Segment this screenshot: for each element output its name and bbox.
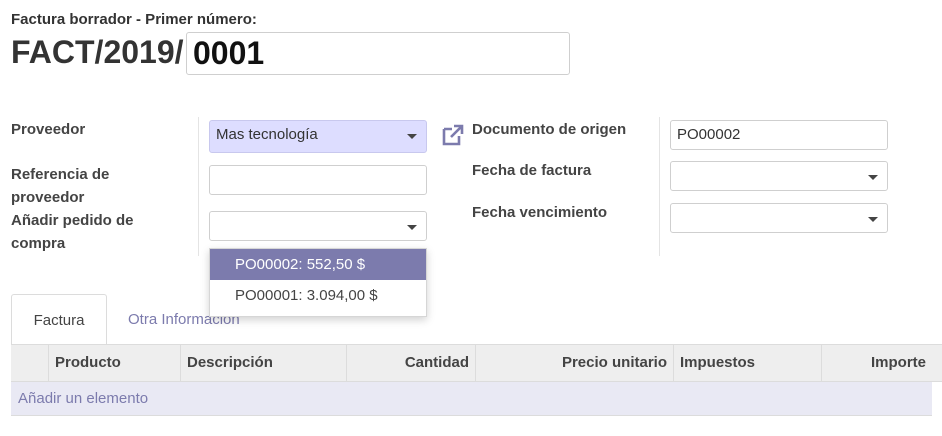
column-impuestos[interactable]: Impuestos (673, 345, 821, 381)
fecha-vencimiento-input[interactable] (670, 203, 888, 233)
draft-subtitle: Factura borrador - Primer número: (11, 11, 257, 28)
proveedor-label: Proveedor (11, 121, 86, 138)
invoice-prefix: FACT/2019/ (11, 34, 184, 70)
documento-origen-input[interactable]: PO00002 (670, 120, 888, 150)
column-precio-unitario[interactable]: Precio unitario (475, 345, 673, 381)
pedido-select[interactable] (209, 211, 427, 241)
caret-down-icon (868, 175, 878, 180)
caret-down-icon (868, 217, 878, 222)
fecha-factura-label: Fecha de factura (472, 162, 592, 179)
right-separator (659, 117, 660, 256)
external-link-icon[interactable] (440, 122, 466, 148)
referencia-input[interactable] (209, 165, 427, 195)
documento-value: PO00002 (677, 126, 741, 143)
invoice-number-input[interactable]: 0001 (186, 32, 570, 75)
pedido-label: Añadir pedido de compra (11, 212, 134, 252)
caret-down-icon (407, 225, 417, 230)
fecha-factura-input[interactable] (670, 161, 888, 191)
tab-factura[interactable]: Factura (11, 294, 107, 344)
proveedor-value: Mas tecnología (216, 126, 318, 143)
left-separator (198, 117, 199, 256)
documento-label: Documento de origen (472, 121, 627, 138)
column-descripcion[interactable]: Descripción (180, 345, 346, 381)
column-producto[interactable]: Producto (48, 345, 180, 381)
proveedor-select[interactable]: Mas tecnología (209, 120, 427, 153)
dropdown-option[interactable]: PO00002: 552,50 $ (210, 249, 426, 280)
column-handle (11, 345, 48, 381)
caret-down-icon (407, 134, 417, 139)
referencia-label: Referencia de proveedor (11, 166, 110, 206)
purchase-order-dropdown: PO00002: 552,50 $ PO00001: 3.094,00 $ (209, 248, 427, 317)
column-importe[interactable]: Importe (821, 345, 932, 381)
lines-table-header: Producto Descripción Cantidad Precio uni… (11, 344, 942, 382)
column-cantidad[interactable]: Cantidad (346, 345, 475, 381)
add-line-link[interactable]: Añadir un elemento (11, 382, 932, 416)
fecha-vencimiento-label: Fecha vencimiento (472, 204, 608, 221)
dropdown-option[interactable]: PO00001: 3.094,00 $ (210, 280, 426, 311)
